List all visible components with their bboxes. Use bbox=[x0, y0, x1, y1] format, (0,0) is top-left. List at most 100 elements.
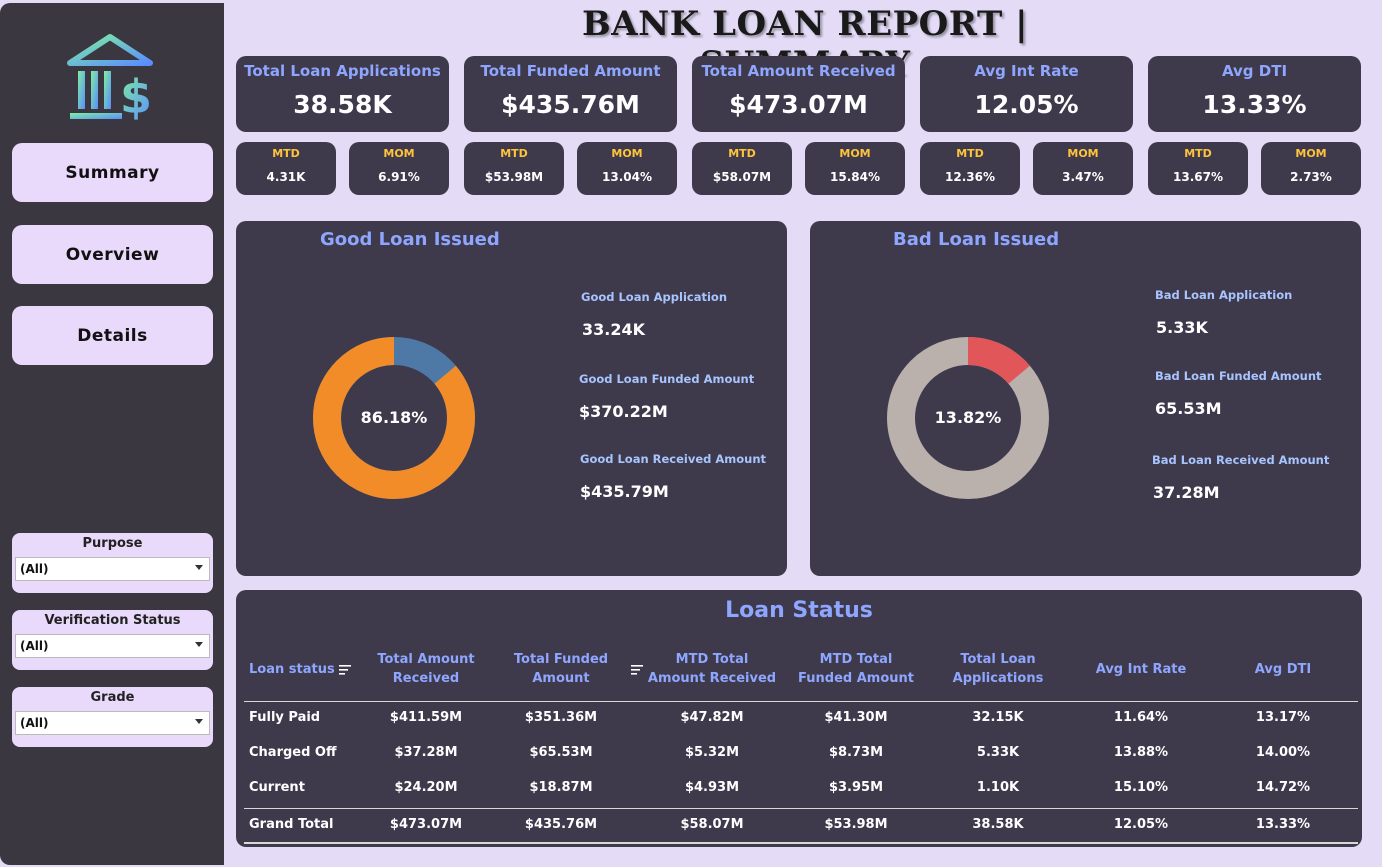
mom-card: MOM 2.73% bbox=[1261, 142, 1361, 195]
verification-status-slicer-label: Verification Status bbox=[44, 613, 181, 628]
cell-total-amount-received: $473.07M bbox=[389, 817, 463, 832]
grade-slicer-label: Grade bbox=[90, 690, 135, 705]
good-loan-received-label: Good Loan Received Amount bbox=[580, 452, 767, 466]
bank-dollar-icon: $ bbox=[67, 34, 153, 124]
sort-icon[interactable] bbox=[338, 664, 351, 675]
mom-label: MOM bbox=[1067, 147, 1099, 160]
cell-mtd-total-amount-received: $4.93M bbox=[684, 780, 740, 795]
nav-summary-button[interactable]: Summary bbox=[12, 143, 213, 202]
mom-value: 15.84% bbox=[830, 170, 880, 184]
purpose-dropdown[interactable]: (All) bbox=[15, 557, 210, 581]
kpi-card-avg-dti: Avg DTI 13.33% bbox=[1148, 56, 1361, 132]
mtd-label: MTD bbox=[272, 147, 300, 160]
good-loan-received-value: $435.79M bbox=[580, 482, 669, 501]
grade-dropdown-value: (All) bbox=[20, 716, 49, 730]
cell-avg-int-rate: 13.88% bbox=[1113, 745, 1169, 760]
cell-total-loan-applications: 32.15K bbox=[972, 710, 1024, 725]
mom-card: MOM 13.04% bbox=[577, 142, 677, 195]
loan-status-panel: Loan Status Loan status Total Amount Rec… bbox=[236, 590, 1362, 847]
column-header-total-funded-amount[interactable]: Total Funded Amount bbox=[504, 650, 618, 688]
bad-loan-title: Bad Loan Issued bbox=[893, 229, 1060, 250]
kpi-card-avg-int-rate: Avg Int Rate 12.05% bbox=[920, 56, 1133, 132]
kpi-label: Total Funded Amount bbox=[480, 62, 661, 80]
cell-mtd-total-funded-amount: $3.95M bbox=[828, 780, 884, 795]
column-header-loan-status[interactable]: Loan status bbox=[249, 660, 359, 679]
chevron-down-icon[interactable] bbox=[195, 565, 203, 570]
good-loan-percentage: 86.18% bbox=[360, 408, 428, 427]
cell-total-loan-applications: 1.10K bbox=[976, 780, 1020, 795]
purpose-dropdown-value: (All) bbox=[20, 562, 49, 576]
purpose-slicer-label: Purpose bbox=[82, 536, 143, 551]
mom-value: 6.91% bbox=[378, 170, 420, 184]
table-row: Charged Off $37.28M $65.53M $5.32M $8.73… bbox=[236, 738, 1362, 768]
mom-label: MOM bbox=[383, 147, 415, 160]
cell-avg-int-rate: 15.10% bbox=[1113, 780, 1169, 795]
cell-avg-int-rate: 11.64% bbox=[1113, 710, 1169, 725]
column-header-mtd-total-funded-amount[interactable]: MTD Total Funded Amount bbox=[791, 650, 921, 688]
kpi-label: Total Amount Received bbox=[701, 62, 896, 80]
column-header-avg-dti[interactable]: Avg DTI bbox=[1231, 660, 1335, 679]
mtd-value: 13.67% bbox=[1173, 170, 1223, 184]
good-loan-title: Good Loan Issued bbox=[320, 229, 500, 250]
cell-total-loan-applications: 38.58K bbox=[972, 817, 1024, 832]
mom-card: MOM 15.84% bbox=[805, 142, 905, 195]
table-bottom-border bbox=[244, 842, 1358, 844]
mom-card: MOM 3.47% bbox=[1033, 142, 1133, 195]
mtd-card: MTD $58.07M bbox=[692, 142, 792, 195]
mom-value: 3.47% bbox=[1062, 170, 1104, 184]
table-row: Current $24.20M $18.87M $4.93M $3.95M 1.… bbox=[236, 773, 1362, 803]
mtd-value: $58.07M bbox=[712, 170, 772, 184]
grade-dropdown[interactable]: (All) bbox=[15, 711, 210, 735]
kpi-label: Avg Int Rate bbox=[974, 62, 1079, 80]
bad-loan-application-value: 5.33K bbox=[1156, 318, 1208, 337]
grade-slicer: Grade (All) bbox=[12, 687, 213, 747]
mtd-label: MTD bbox=[500, 147, 528, 160]
total-divider bbox=[244, 808, 1358, 809]
verification-status-dropdown[interactable]: (All) bbox=[15, 634, 210, 658]
kpi-label: Total Loan Applications bbox=[244, 62, 441, 80]
cell-mtd-total-amount-received: $47.82M bbox=[680, 710, 744, 725]
mtd-label: MTD bbox=[1184, 147, 1212, 160]
column-header-avg-int-rate[interactable]: Avg Int Rate bbox=[1086, 660, 1196, 679]
cell-total-funded-amount: $351.36M bbox=[524, 710, 598, 725]
mtd-value: 12.36% bbox=[945, 170, 995, 184]
cell-total-loan-applications: 5.33K bbox=[976, 745, 1020, 760]
cell-avg-dti: 14.72% bbox=[1255, 780, 1311, 795]
column-header-mtd-total-amount-received[interactable]: MTD Total Amount Received bbox=[646, 650, 778, 688]
cell-mtd-total-amount-received: $58.07M bbox=[680, 817, 744, 832]
cell-avg-dti: 14.00% bbox=[1255, 745, 1311, 760]
column-header-total-loan-applications[interactable]: Total Loan Applications bbox=[942, 650, 1054, 688]
good-loan-panel: Good Loan Issued 86.18% Good Loan Applic… bbox=[236, 221, 787, 576]
bad-loan-received-value: 37.28M bbox=[1153, 483, 1220, 502]
sidebar: $ Summary Overview Details Purpose (All)… bbox=[0, 3, 224, 865]
table-row: Fully Paid $411.59M $351.36M $47.82M $41… bbox=[236, 703, 1362, 733]
bad-loan-application-label: Bad Loan Application bbox=[1155, 288, 1293, 302]
cell-mtd-total-amount-received: $5.32M bbox=[684, 745, 740, 760]
mtd-card: MTD 13.67% bbox=[1148, 142, 1248, 195]
cell-total-funded-amount: $65.53M bbox=[529, 745, 593, 760]
mtd-card: MTD 4.31K bbox=[236, 142, 336, 195]
sort-icon[interactable] bbox=[631, 665, 643, 675]
chevron-down-icon[interactable] bbox=[195, 719, 203, 724]
cell-total-funded-amount: $18.87M bbox=[529, 780, 593, 795]
cell-grand-total-label: Grand Total bbox=[249, 817, 334, 832]
chevron-down-icon[interactable] bbox=[195, 642, 203, 647]
header-divider bbox=[244, 701, 1358, 702]
kpi-value: 12.05% bbox=[974, 90, 1079, 119]
mom-label: MOM bbox=[839, 147, 871, 160]
mtd-value: 4.31K bbox=[266, 170, 306, 184]
kpi-card-total-funded-amount: Total Funded Amount $435.76M bbox=[464, 56, 677, 132]
mtd-card: MTD $53.98M bbox=[464, 142, 564, 195]
mom-label: MOM bbox=[1295, 147, 1327, 160]
kpi-label: Avg DTI bbox=[1221, 62, 1288, 80]
nav-overview-button[interactable]: Overview bbox=[12, 225, 213, 284]
nav-details-button[interactable]: Details bbox=[12, 306, 213, 365]
good-loan-application-label: Good Loan Application bbox=[581, 290, 728, 304]
cell-mtd-total-funded-amount: $53.98M bbox=[824, 817, 888, 832]
cell-total-funded-amount: $435.76M bbox=[524, 817, 598, 832]
kpi-card-total-loan-applications: Total Loan Applications 38.58K bbox=[236, 56, 449, 132]
column-header-label: Loan status bbox=[249, 662, 335, 677]
verification-status-dropdown-value: (All) bbox=[20, 639, 49, 653]
cell-avg-dti: 13.17% bbox=[1255, 710, 1311, 725]
column-header-total-amount-received[interactable]: Total Amount Received bbox=[366, 650, 486, 688]
